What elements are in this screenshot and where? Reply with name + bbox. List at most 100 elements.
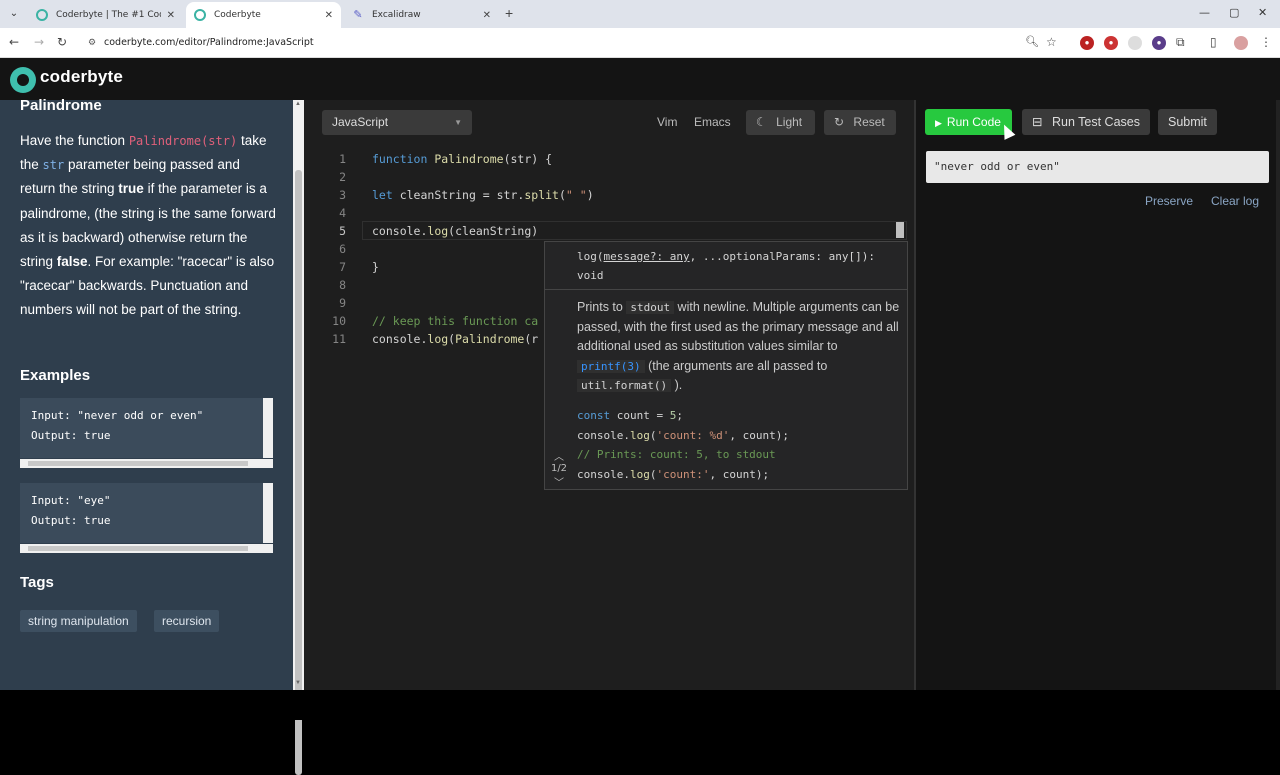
desc-function-code: Palindrome(str) [128,134,238,148]
reset-icon: ↻ [834,115,845,129]
tags-heading: Tags [20,574,54,591]
example-box: Input: "never odd or even" Output: true [20,398,273,458]
tag-string-manipulation[interactable]: string manipulation [20,610,137,632]
code-line[interactable]: console.log(Palindrome(r [372,332,538,346]
extension-icon[interactable]: ● [1152,36,1166,50]
printf-link[interactable]: printf(3) [577,359,645,373]
example-input: Input: "eye" [31,494,111,507]
language-select[interactable]: JavaScript ▼ [322,110,472,135]
emacs-button[interactable]: Emacs [694,110,731,135]
code-line[interactable]: // keep this function ca [372,314,538,328]
line-number: 6 [339,242,346,256]
browser-toolbar: ← → ↻ ⚙ coderbyte.com/editor/Palindrome:… [0,28,1280,58]
extension-icon[interactable]: ● [1104,36,1118,50]
reset-button[interactable]: ↻ Reset [824,110,896,135]
line-number: 7 [339,260,346,274]
letterbox-bottom [0,690,1280,720]
language-value: JavaScript [332,115,389,129]
tab-title: Excalidraw [372,10,421,20]
desc-true: true [118,181,144,197]
browser-tab-coderbyte-home[interactable]: Coderbyte | The #1 Coding Ass ✕ [28,2,183,28]
bookmark-star-icon[interactable]: ☆ [1046,35,1057,49]
code-line[interactable]: let cleanString = str.split(" ") [372,188,594,202]
run-code-label: Run Code [946,115,1001,129]
forward-icon[interactable]: → [34,35,44,49]
example-input: Input: "never odd or even" [31,409,204,422]
reload-icon[interactable]: ↻ [57,35,67,49]
tab-search-icon[interactable]: ⌄ [6,6,22,22]
code-line[interactable]: console.log(cleanString) [372,224,538,238]
hover-tooltip: log(message?: any, ...optionalParams: an… [544,241,908,490]
problem-description: Have the function Palindrome(str) take t… [20,129,276,323]
coderbyte-favicon-icon [36,9,48,21]
problem-panel-scrollbar[interactable]: ▲ ▼ [293,100,304,775]
browser-tab-strip: ⌄ Coderbyte | The #1 Coding Ass ✕ Coderb… [0,0,1280,28]
tag-recursion[interactable]: recursion [154,610,220,632]
line-number: 3 [339,188,346,202]
example-horizontal-scrollbar[interactable] [20,544,273,553]
preserve-log-button[interactable]: Preserve [1145,194,1193,208]
line-number: 11 [332,332,346,346]
address-bar[interactable]: ⚙ coderbyte.com/editor/Palindrome:JavaSc… [84,32,1064,54]
maximize-icon[interactable]: ▢ [1229,6,1239,19]
desc-text: Have the function [20,133,129,148]
code-line[interactable]: function Palindrome(str) { [372,152,552,166]
console-output: "never odd or even" [926,151,1269,183]
browser-tab-coderbyte-editor[interactable]: Coderbyte ✕ [186,2,341,28]
desc-param-code: str [42,158,65,173]
editor-scroll-indicator[interactable] [896,222,904,238]
extension-icon[interactable] [1128,36,1142,50]
zoom-icon[interactable]: 🔍︎ [1025,35,1039,48]
line-number: 4 [339,206,346,220]
app-header [0,58,1280,100]
line-number: 5 [339,224,346,238]
side-panel-icon[interactable]: ▯ [1210,35,1217,49]
tooltip-signature: log(message?: any, ...optionalParams: an… [577,250,876,282]
close-tab-icon[interactable]: ✕ [167,10,175,21]
tab-title: Coderbyte | The #1 Coding Ass [56,10,161,20]
coderbyte-logo-icon[interactable] [10,67,36,93]
example-horizontal-scrollbar[interactable] [20,459,273,468]
output-panel [916,100,1280,690]
play-icon: ▶ [935,118,942,128]
browser-tab-excalidraw[interactable]: ✎ Excalidraw ✕ [344,2,499,28]
line-number: 2 [339,170,346,184]
page-scrollbar[interactable] [1276,100,1280,690]
coderbyte-favicon-icon [194,9,206,21]
example-vertical-scrollbar[interactable] [263,398,273,458]
light-theme-button[interactable]: ☾ Light [746,110,815,135]
close-tab-icon[interactable]: ✕ [483,10,491,21]
caret-down-icon: ▼ [454,118,462,127]
profile-avatar[interactable] [1234,36,1248,50]
extension-icon[interactable]: ● [1080,36,1094,50]
new-tab-icon[interactable]: + [505,6,513,20]
code-line[interactable]: } [372,260,379,274]
line-number: 1 [339,152,346,166]
overload-count: 1/2 [550,463,568,474]
clear-log-button[interactable]: Clear log [1211,194,1259,208]
close-window-icon[interactable]: ✕ [1258,6,1267,19]
reset-label: Reset [853,115,885,129]
example-vertical-scrollbar[interactable] [263,483,273,543]
vim-button[interactable]: Vim [657,110,677,135]
run-code-button[interactable]: ▶ Run Code [925,109,1012,135]
problem-title: Palindrome [20,97,102,114]
site-info-icon[interactable]: ⚙ [88,32,96,54]
back-icon[interactable]: ← [9,35,19,49]
desc-false: false [56,254,88,270]
minimize-icon[interactable]: — [1199,6,1210,19]
browser-menu-icon[interactable]: ⋮ [1260,35,1272,49]
extensions-puzzle-icon[interactable]: ⧉ [1176,35,1185,50]
chevron-up-icon[interactable]: ︿ [545,448,573,463]
screen: ⌄ Coderbyte | The #1 Coding Ass ✕ Coderb… [0,0,1280,775]
overload-pager[interactable]: ︿ 1/2 ﹀ [545,448,573,489]
run-test-cases-label: Run Test Cases [1051,115,1140,129]
tooltip-example-code: const count = 5; console.log('count: %d'… [577,409,789,489]
submit-button[interactable]: Submit [1158,109,1217,135]
close-tab-icon[interactable]: ✕ [325,10,333,21]
url-text: coderbyte.com/editor/Palindrome:JavaScri… [104,37,314,48]
example-box: Input: "eye" Output: true [20,483,273,543]
logo-text[interactable]: coderbyte [40,67,123,87]
run-test-cases-button[interactable]: ⊟ Run Test Cases [1022,109,1150,135]
chevron-down-icon[interactable]: ﹀ [545,474,573,489]
